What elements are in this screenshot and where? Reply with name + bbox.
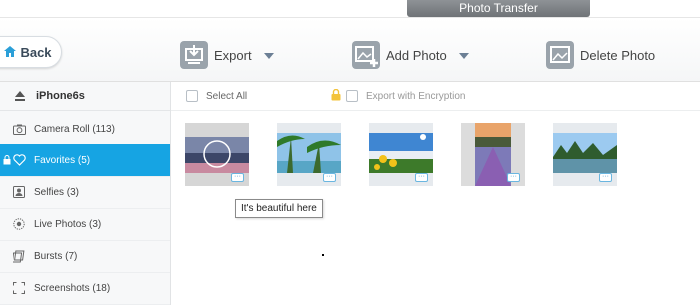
photo-thumbnail[interactable]: ··· bbox=[461, 123, 525, 186]
comment-icon[interactable]: ··· bbox=[599, 173, 612, 182]
sidebar-item-label: Bursts (7) bbox=[34, 250, 78, 262]
window-title: Photo Transfer bbox=[407, 0, 590, 17]
sidebar-item-label: Camera Roll (113) bbox=[34, 123, 115, 135]
comment-icon[interactable]: ··· bbox=[415, 173, 428, 182]
sidebar-item-selfies[interactable]: Selfies (3) bbox=[0, 176, 170, 209]
sidebar-item-live-photos[interactable]: Live Photos (3) bbox=[0, 208, 170, 241]
export-encryption-label: Export with Encryption bbox=[366, 91, 466, 102]
add-photo-button[interactable]: Add Photo bbox=[352, 40, 469, 70]
export-dropdown-caret-icon[interactable] bbox=[263, 53, 274, 59]
add-photo-label: Add Photo bbox=[386, 47, 447, 63]
photo-thumbnail[interactable]: ··· bbox=[277, 123, 341, 186]
lock-icon bbox=[3, 155, 11, 168]
select-all-checkbox[interactable] bbox=[186, 90, 198, 102]
export-encryption-checkbox[interactable] bbox=[346, 90, 358, 102]
device-row[interactable]: iPhone6s bbox=[0, 82, 170, 111]
photo-thumbnail[interactable]: ··· bbox=[553, 123, 617, 186]
sidebar-item-screenshots[interactable]: Screenshots (18) bbox=[0, 272, 170, 305]
sidebar-item-favorites[interactable]: Favorites (5) bbox=[0, 144, 170, 177]
sidebar-item-camera-roll[interactable]: Camera Roll (113) bbox=[0, 113, 170, 146]
photo-thumbnail[interactable]: ··· bbox=[185, 123, 249, 186]
export-label: Export bbox=[214, 47, 252, 63]
person-icon bbox=[12, 185, 26, 199]
camera-icon bbox=[12, 122, 26, 136]
back-button[interactable]: Back bbox=[0, 36, 62, 68]
photo-tooltip: It's beautiful here bbox=[235, 199, 323, 218]
select-all-label: Select All bbox=[206, 91, 248, 102]
add-photo-dropdown-caret-icon[interactable] bbox=[458, 53, 469, 59]
heart-icon bbox=[12, 153, 26, 167]
device-name: iPhone6s bbox=[36, 90, 85, 102]
export-button[interactable]: Export bbox=[180, 40, 274, 70]
comment-icon[interactable]: ··· bbox=[231, 173, 244, 182]
content-header: Select All Export with Encryption bbox=[171, 82, 700, 111]
encryption-lock-icon bbox=[331, 88, 341, 104]
add-photo-icon bbox=[352, 41, 380, 69]
delete-photo-button[interactable]: Delete Photo bbox=[546, 40, 655, 70]
export-icon bbox=[180, 41, 208, 69]
comment-icon[interactable]: ··· bbox=[323, 173, 336, 182]
bursts-icon bbox=[12, 249, 26, 263]
cursor-dot bbox=[322, 254, 324, 256]
sidebar: iPhone6s Camera Roll (113) Favorites (5)… bbox=[0, 82, 171, 305]
sidebar-item-bursts[interactable]: Bursts (7) bbox=[0, 240, 170, 273]
eject-icon[interactable] bbox=[14, 90, 26, 102]
delete-photo-label: Delete Photo bbox=[580, 47, 656, 63]
back-label: Back bbox=[20, 44, 52, 60]
sidebar-item-label: Live Photos (3) bbox=[34, 218, 102, 230]
photo-thumbnail[interactable]: ··· bbox=[369, 123, 433, 186]
comment-icon[interactable]: ··· bbox=[507, 173, 520, 182]
screenshot-icon bbox=[12, 281, 26, 295]
home-icon bbox=[4, 45, 17, 60]
sidebar-item-label: Favorites (5) bbox=[34, 154, 91, 166]
sidebar-item-label: Screenshots (18) bbox=[34, 282, 111, 294]
live-photo-icon bbox=[12, 217, 26, 231]
delete-photo-icon bbox=[546, 41, 574, 69]
sidebar-item-label: Selfies (3) bbox=[34, 186, 80, 198]
